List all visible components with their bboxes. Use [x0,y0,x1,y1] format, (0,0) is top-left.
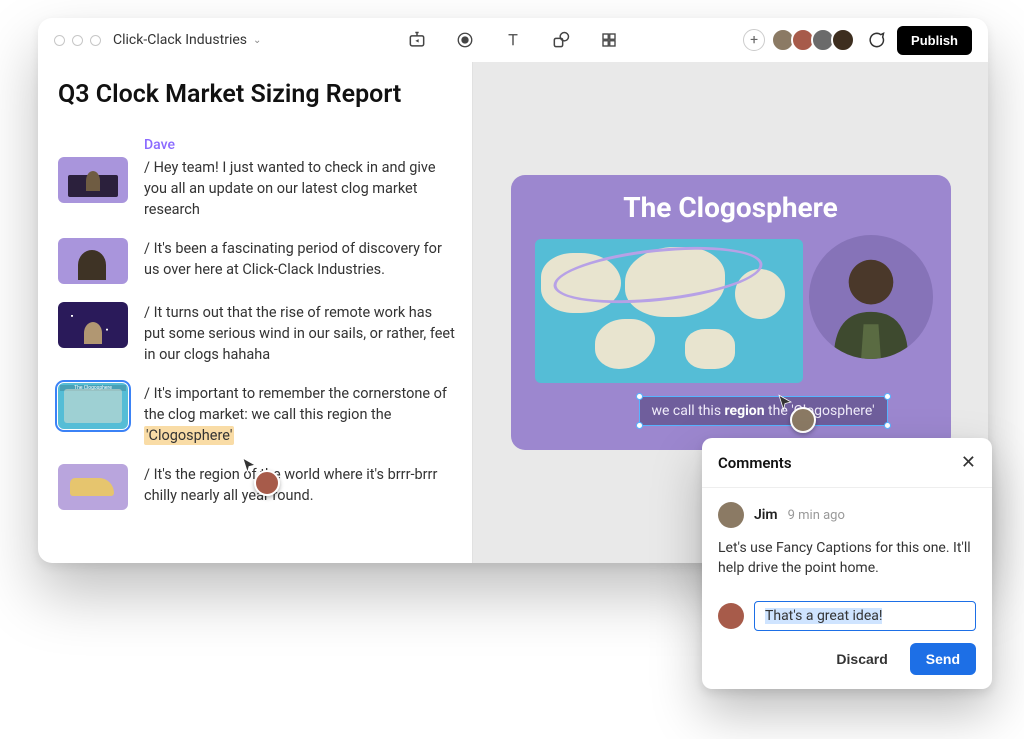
comment-author: Jim [754,507,778,523]
scene-thumb[interactable] [58,157,128,203]
transcript-text[interactable]: / It turns out that the rise of remote w… [144,302,456,365]
resize-handle[interactable] [636,422,643,429]
close-icon[interactable]: ✕ [961,452,976,473]
scene-thumb-selected[interactable]: The Clogosphere [58,383,128,429]
publish-button[interactable]: Publish [897,26,972,55]
resize-handle[interactable] [884,393,891,400]
right-toolbar: + Publish [743,26,972,55]
resize-handle[interactable] [884,422,891,429]
scene-thumb[interactable] [58,302,128,348]
comment: Jim 9 min ago Let's use Fancy Captions f… [702,488,992,589]
comment-text: Let's use Fancy Captions for this one. I… [718,538,976,579]
slide[interactable]: The Clogosphere we [511,175,951,450]
collaborator-cursor [254,470,280,496]
highlighted-text: 'Clogosphere' [144,426,234,445]
send-button[interactable]: Send [910,643,976,675]
comments-panel: Comments ✕ Jim 9 min ago Let's use Fancy… [702,438,992,689]
collaborator-avatars[interactable] [775,28,855,52]
transcript-row[interactable]: / It's been a fascinating period of disc… [58,238,456,284]
comments-title: Comments [718,454,792,472]
center-toolbar [407,30,619,50]
project-dropdown[interactable]: Click-Clack Industries ⌄ [113,32,261,48]
comment-avatar [718,502,744,528]
reply-row: That's a great idea! [702,589,992,631]
presenter-video [809,235,933,359]
collaborator-cursor [790,407,816,433]
comment-time: 9 min ago [788,508,845,523]
transcript-text[interactable]: / It's the region of the world where it'… [144,464,456,510]
scene-thumb[interactable] [58,464,128,510]
transcript-text[interactable]: / Hey team! I just wanted to check in an… [144,157,456,220]
discard-button[interactable]: Discard [826,643,897,675]
reply-avatar [718,603,744,629]
topbar: Click-Clack Industries ⌄ + [38,18,988,62]
speaker-label: Dave [144,137,456,153]
add-button[interactable]: + [743,29,765,51]
window-traffic-lights[interactable] [54,35,101,46]
chat-icon[interactable] [865,29,887,51]
comments-header: Comments ✕ [702,438,992,488]
media-icon[interactable] [407,30,427,50]
transcript-text[interactable]: / It's important to remember the corners… [144,383,456,446]
text-icon[interactable] [503,30,523,50]
reply-input[interactable]: That's a great idea! [754,601,976,631]
resize-handle[interactable] [636,393,643,400]
transcript-text[interactable]: / It's been a fascinating period of disc… [144,238,456,284]
transcript-row[interactable]: / It turns out that the rise of remote w… [58,302,456,365]
transcript-row[interactable]: / Hey team! I just wanted to check in an… [58,157,456,220]
document-title: Q3 Clock Market Sizing Report [58,80,456,109]
comment-actions: Discard Send [702,631,992,675]
shapes-icon[interactable] [551,30,571,50]
chevron-down-icon: ⌄ [253,35,261,46]
record-icon[interactable] [455,30,475,50]
caption-box[interactable]: we call this region the 'Clogosphere' [639,396,888,426]
scene-thumb[interactable] [58,238,128,284]
project-name: Click-Clack Industries [113,32,247,48]
transcript-row[interactable]: The Clogosphere / It's important to reme… [58,383,456,446]
grid-icon[interactable] [599,30,619,50]
slide-title: The Clogosphere [511,175,951,224]
world-map [535,239,803,383]
